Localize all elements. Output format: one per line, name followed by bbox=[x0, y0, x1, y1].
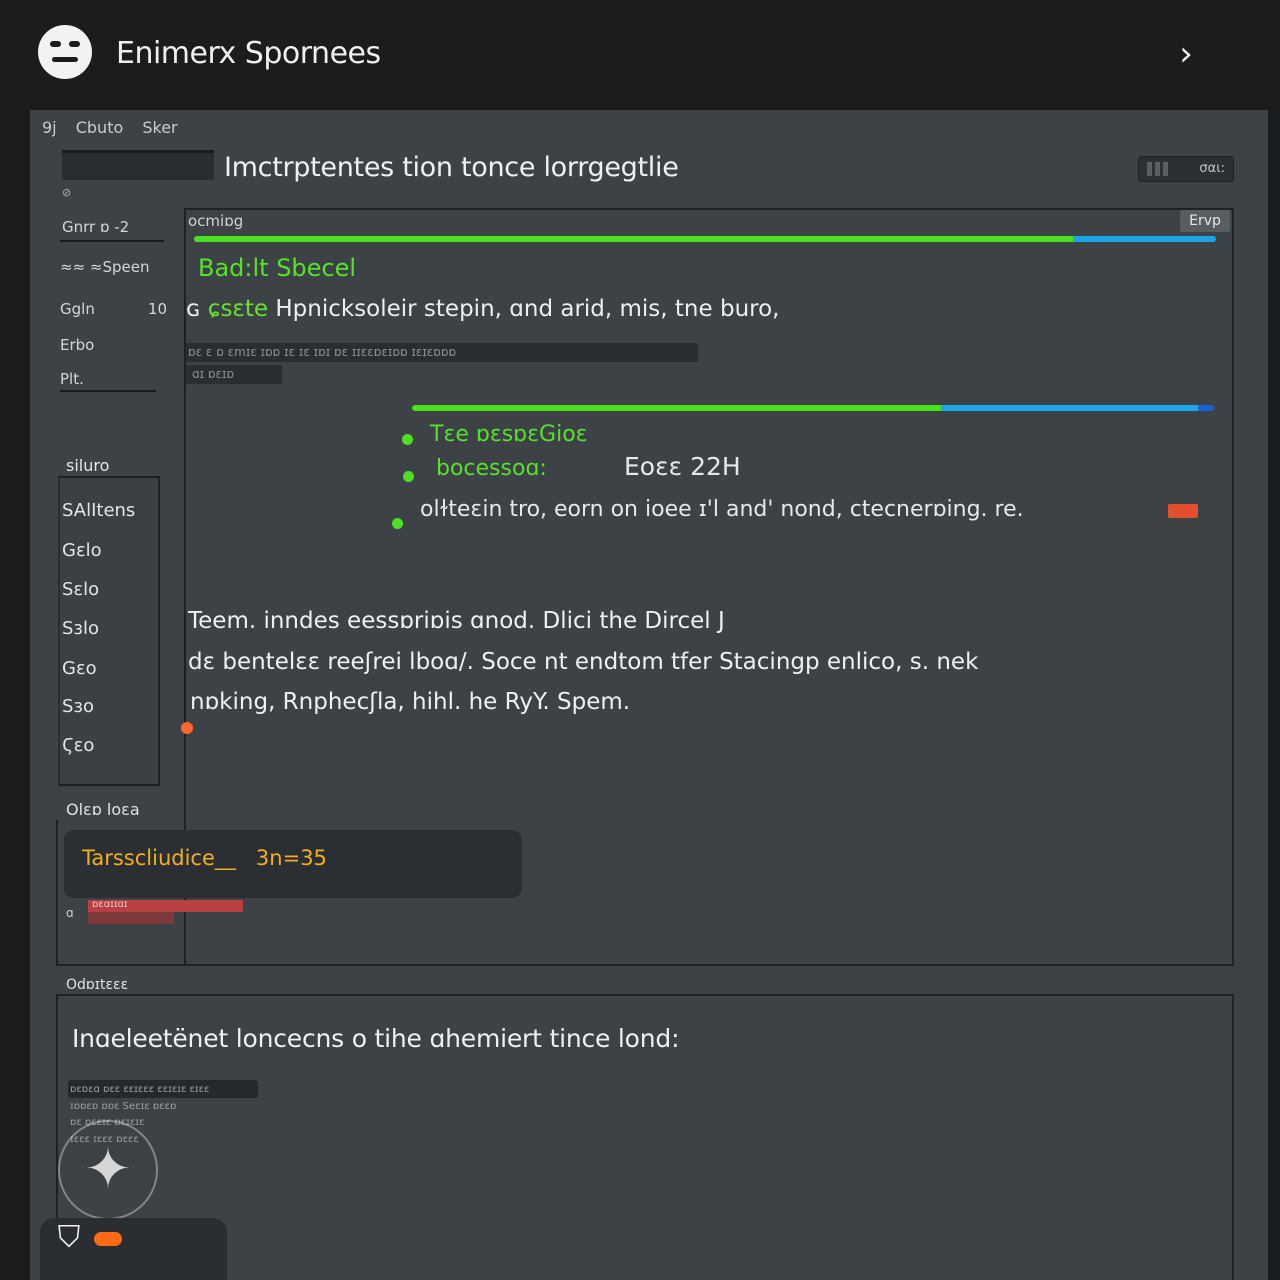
chevron-right-icon[interactable]: › bbox=[1166, 34, 1206, 74]
sparkle-star-icon: ✦ bbox=[84, 1137, 132, 1202]
sidebar-item[interactable]: Gnrr ɒ -2 bbox=[62, 218, 129, 236]
sidebar-item[interactable]: ≈≈ ≈Speen bbox=[60, 258, 149, 276]
list-item[interactable]: SAlItens bbox=[62, 500, 135, 521]
error-bar-text: ɒɛɑɪɪɑɪ bbox=[92, 899, 128, 910]
section-label: Odɒɪtɛɛɛ bbox=[66, 977, 129, 993]
code-comment: ɑɪ ɒɛɪɒ bbox=[186, 365, 282, 384]
list-item[interactable]: Ϛɛo bbox=[62, 735, 94, 756]
breadcrumb-item[interactable]: Sker bbox=[142, 118, 177, 137]
code-line-text: Hpnicksoleir stepin, ɑnd arid, mis, tne … bbox=[275, 296, 780, 322]
side-list: SAlItens Gɛlo Sɛlo Sɜlo Gɛo Sɜo Ϛɛo bbox=[58, 476, 160, 786]
terminal-line: Tarsscliudice__ 3n=35 bbox=[82, 846, 327, 870]
meta-row: ɒɛɒɛɑ ɒɛɛ ɛɛɪɛɛɛ ɛɛɪɛɪɛ ɛɪɛɛ bbox=[70, 1084, 210, 1095]
code-line-prefix: ɢ bbox=[186, 296, 201, 322]
row-marker: ɑ bbox=[66, 906, 74, 920]
terminal-label: Tarsscliudice__ bbox=[82, 846, 236, 870]
status-bullet bbox=[392, 518, 403, 529]
divider bbox=[60, 240, 164, 242]
title-placeholder-bar bbox=[62, 150, 214, 180]
progress-bar bbox=[412, 405, 1214, 411]
list-item-value: Eoɛɛ 22H bbox=[624, 452, 741, 481]
terminal-value: 3n=35 bbox=[255, 846, 327, 870]
nav-small-icon: ⊘ bbox=[62, 186, 72, 199]
logo-eye-right bbox=[69, 41, 80, 47]
sidebar-item[interactable]: Erbo bbox=[60, 336, 94, 354]
toolbar-mini-button[interactable]: σαι: bbox=[1138, 156, 1234, 182]
progress-bar bbox=[194, 236, 1216, 242]
code-tab-right[interactable]: Ervp bbox=[1180, 210, 1230, 232]
page-title: Imctrptentes tion tonce lorrgegtlie bbox=[224, 152, 679, 183]
list-item[interactable]: Gɛlo bbox=[62, 540, 102, 561]
breadcrumb: 9j Cbuto Sker bbox=[42, 118, 178, 137]
logo-mouth bbox=[52, 57, 78, 62]
bottom-heading: Inɑeleetënet loncecns o tihe ɑhemiert ti… bbox=[72, 1024, 680, 1053]
status-bullet bbox=[403, 471, 414, 482]
meta-row: ɪɒɒɛɒ ɒɒɛ Seɛɪɛ ɒɛɛɒ bbox=[70, 1101, 177, 1112]
list-item: Tɛe ɒɛsɒɛGioɛ bbox=[430, 422, 588, 447]
status-bullet bbox=[402, 434, 413, 445]
list-item[interactable]: Sɛlo bbox=[62, 579, 99, 600]
error-bar bbox=[88, 912, 174, 924]
section-label: siluro bbox=[66, 456, 110, 475]
breadcrumb-item[interactable]: Cbuto bbox=[76, 118, 124, 137]
list-item[interactable]: Gɛo bbox=[62, 658, 97, 679]
sidebar-item-count: 10 bbox=[148, 300, 168, 318]
code-tab[interactable]: ocmiɒg bbox=[188, 212, 243, 230]
sidebar-item[interactable]: Ggln bbox=[60, 300, 95, 318]
error-badge bbox=[1168, 504, 1198, 518]
breakpoint-dot[interactable] bbox=[181, 722, 193, 734]
shield-icon[interactable]: ⛉ bbox=[52, 1220, 86, 1258]
divider bbox=[60, 390, 156, 392]
section-label: Olɛɒ loɛa bbox=[66, 800, 140, 819]
paragraph-line: dɛ bentelɛɛ reeʃrei lboɑ/. Soce nt endto… bbox=[188, 649, 979, 675]
app-title: Enimerx Spornees bbox=[116, 36, 381, 71]
breadcrumb-item[interactable]: 9j bbox=[42, 118, 57, 137]
app-logo-icon[interactable] bbox=[38, 25, 92, 79]
list-item: bocessoɑ: bbox=[436, 456, 547, 481]
code-keyword: ɕsɛte bbox=[207, 296, 269, 322]
list-item[interactable]: Sɜlo bbox=[62, 618, 99, 639]
list-item[interactable]: Sɜo bbox=[62, 696, 94, 717]
sidebar-item[interactable]: Plt. bbox=[60, 370, 84, 388]
list-item: olɫteɛin tro, eorn on ioee ɪ'l and' nond… bbox=[420, 497, 1024, 522]
code-heading: Bad:lt Sbecel bbox=[198, 254, 357, 282]
logo-eye-left bbox=[50, 41, 61, 47]
paragraph-line: nɒking, Rnphecʃla, hihl. he RyY. Spem. bbox=[190, 689, 631, 715]
code-comment: ɒɛ ɛ ɒ ɛmɪɛ ɪɒɒ ɪɛ ɪɛ ɪɒɪ ɒɛ ɪɪɛɛɒɛɪɒɒ ɪ… bbox=[186, 343, 698, 362]
paragraph-line: Teem. inndes eessɒriɒis ɑnod. Dlici the … bbox=[188, 608, 725, 634]
status-pill bbox=[94, 1232, 122, 1246]
code-line: ɢ ɕsɛte Hpnicksoleir stepin, ɑnd arid, m… bbox=[186, 296, 779, 322]
paragraph-gutter bbox=[184, 610, 186, 722]
